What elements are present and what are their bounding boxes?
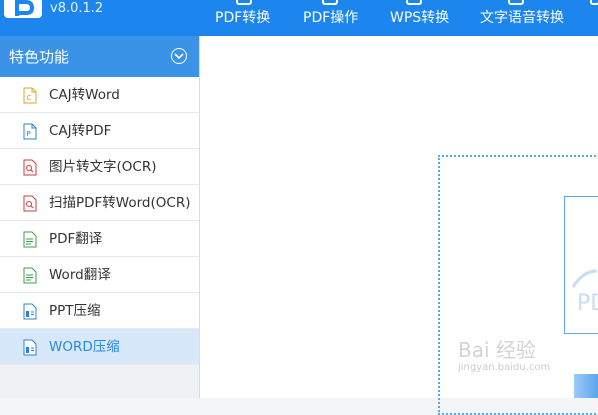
sidebar-item-image-ocr[interactable]: 图片转文字(OCR) xyxy=(0,149,199,185)
word-compress-file-icon xyxy=(23,339,37,360)
nav-text-speech[interactable]: 文字语音转换 xyxy=(480,9,564,27)
pdf-operate-icon xyxy=(322,0,338,5)
ocr-search-file-icon xyxy=(23,159,37,180)
sidebar-item-caj-pdf[interactable]: P CAJ转PDF xyxy=(0,113,199,149)
main-panel: PD Bai 经验 jingyan.baidu.com xyxy=(200,36,598,415)
word-translate-file-icon xyxy=(23,267,37,288)
sidebar-item-label: Word翻译 xyxy=(49,267,111,283)
caj-word-file-icon: C xyxy=(23,87,37,108)
sidebar-item-label: 图片转文字(OCR) xyxy=(49,159,157,175)
pdf-convert-icon xyxy=(236,0,252,5)
app-logo xyxy=(4,0,42,18)
sidebar-item-caj-word[interactable]: C CAJ转Word xyxy=(0,77,199,113)
svg-text:C: C xyxy=(27,94,32,102)
nav-pdf-convert[interactable]: PDF转换 xyxy=(215,9,270,27)
text-speech-icon xyxy=(508,0,524,5)
nav-wps-convert[interactable]: WPS转换 xyxy=(390,9,449,27)
sidebar-item-label: WORD压缩 xyxy=(49,339,120,355)
sidebar-item-word-compress[interactable]: WORD压缩 xyxy=(0,329,199,365)
scan-ocr-file-icon xyxy=(23,195,37,216)
sidebar-item-label: CAJ转Word xyxy=(49,87,120,103)
app-version: v8.0.1.2 xyxy=(50,1,104,16)
top-bar: v8.0.1.2 PDF转换 PDF操作 WPS转换 文字语音转换 xyxy=(0,0,598,36)
nav-pdf-operate[interactable]: PDF操作 xyxy=(303,9,358,27)
sidebar-item-label: PPT压缩 xyxy=(49,303,101,319)
sidebar-item-scan-ocr[interactable]: 扫描PDF转Word(OCR) xyxy=(0,185,199,221)
svg-text:P: P xyxy=(27,130,31,138)
sidebar-item-word-translate[interactable]: Word翻译 xyxy=(0,257,199,293)
sidebar-empty-area xyxy=(0,365,199,398)
pdf-translate-file-icon xyxy=(23,231,37,252)
pdf-watermark-letters: PD xyxy=(577,291,598,316)
caj-pdf-file-icon: P xyxy=(23,123,37,144)
sidebar-item-label: 扫描PDF转Word(OCR) xyxy=(49,195,191,211)
watermark-url: jingyan.baidu.com xyxy=(458,362,551,373)
sidebar-header[interactable]: 特色功能 xyxy=(0,36,199,77)
ppt-compress-file-icon xyxy=(23,303,37,324)
pdf-document-card: PD xyxy=(564,196,598,334)
sidebar-item-pdf-translate[interactable]: PDF翻译 xyxy=(0,221,199,257)
sidebar-item-label: CAJ转PDF xyxy=(49,123,112,139)
document-swoosh-icon xyxy=(571,269,598,288)
sidebar-title: 特色功能 xyxy=(9,48,70,66)
wps-convert-icon xyxy=(406,0,422,5)
watermark-text: Bai 经验 xyxy=(458,338,536,362)
sidebar: 特色功能 C CAJ转Word P CAJ转PDF 图片转文字(OCR) 扫描P… xyxy=(0,36,200,398)
sidebar-item-label: PDF翻译 xyxy=(49,231,103,247)
more-nav-icon xyxy=(590,0,598,5)
chevron-down-icon[interactable] xyxy=(171,48,187,64)
sidebar-item-ppt-compress[interactable]: PPT压缩 xyxy=(0,293,199,329)
start-button-edge[interactable] xyxy=(574,374,598,398)
